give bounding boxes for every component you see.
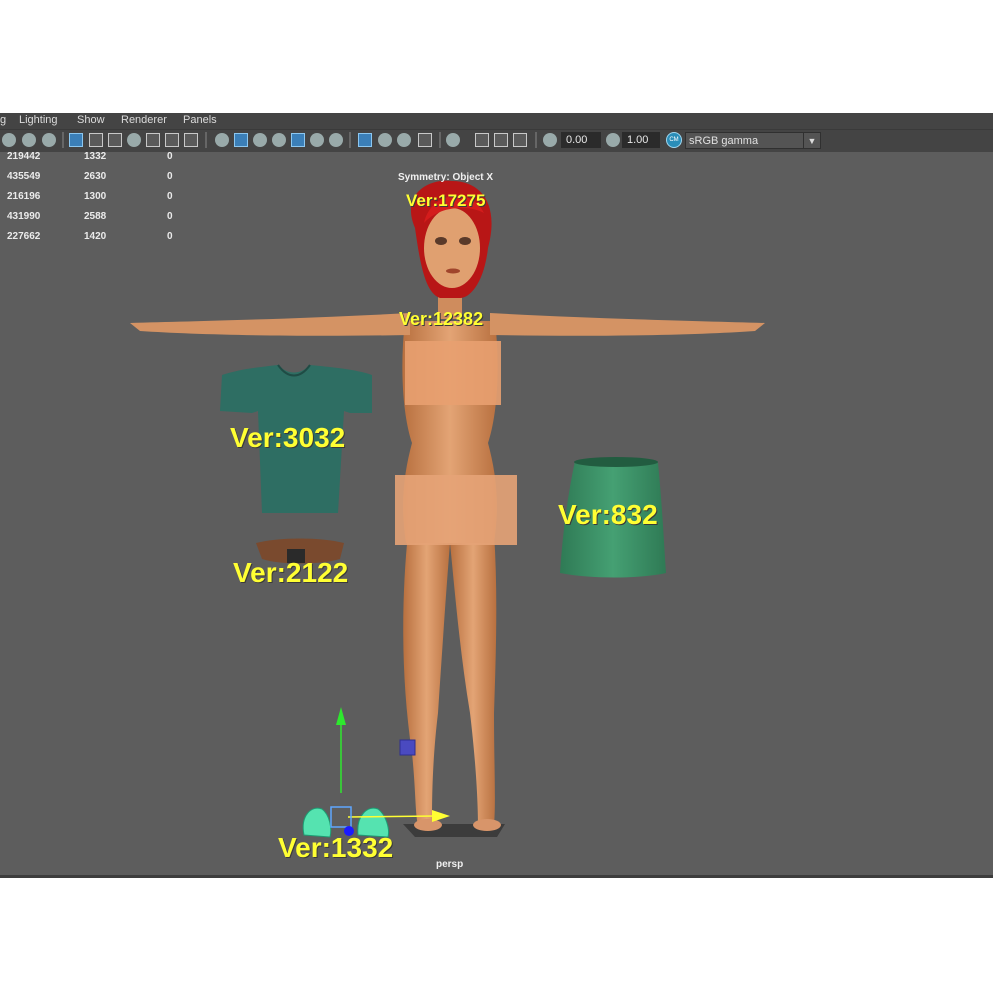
character-left-foot bbox=[414, 819, 442, 831]
camera-name-label: persp bbox=[436, 859, 464, 870]
vertex-count-head: Ver:17275 bbox=[406, 191, 486, 210]
viewport-bottom-border bbox=[0, 875, 993, 878]
character-right-foot bbox=[473, 819, 501, 831]
x-axis-handle[interactable] bbox=[347, 815, 437, 818]
x-axis-arrow-icon[interactable] bbox=[432, 810, 450, 822]
symmetry-indicator: Symmetry: Object X bbox=[398, 172, 494, 183]
character-left-leg bbox=[403, 533, 450, 825]
vertex-count-skirt: Ver:832 bbox=[558, 499, 658, 530]
vertex-count-shoes: Ver:1332 bbox=[278, 832, 394, 863]
viewport-panel[interactable]: g Lighting Show Renderer Panels 0.00 1.0… bbox=[0, 113, 993, 878]
vertex-count-shirt: Ver:3032 bbox=[230, 422, 346, 453]
censor-blur-chest bbox=[405, 341, 501, 405]
censor-blur-hips bbox=[395, 475, 517, 545]
pivot-marker-icon[interactable] bbox=[399, 739, 416, 756]
character-left-arm bbox=[130, 313, 410, 336]
character-mouth bbox=[446, 268, 460, 274]
character-face bbox=[424, 208, 480, 288]
character-eye bbox=[459, 237, 471, 245]
scene-canvas[interactable] bbox=[0, 113, 993, 878]
character-eye bbox=[435, 237, 447, 245]
vertex-count-body: Ver:12382 bbox=[399, 309, 484, 329]
y-axis-arrow-icon[interactable] bbox=[336, 707, 346, 725]
skirt-waistband bbox=[574, 457, 658, 467]
character-right-arm bbox=[490, 313, 765, 336]
character-right-leg bbox=[450, 533, 497, 825]
vertex-count-belt: Ver:2122 bbox=[233, 557, 349, 588]
